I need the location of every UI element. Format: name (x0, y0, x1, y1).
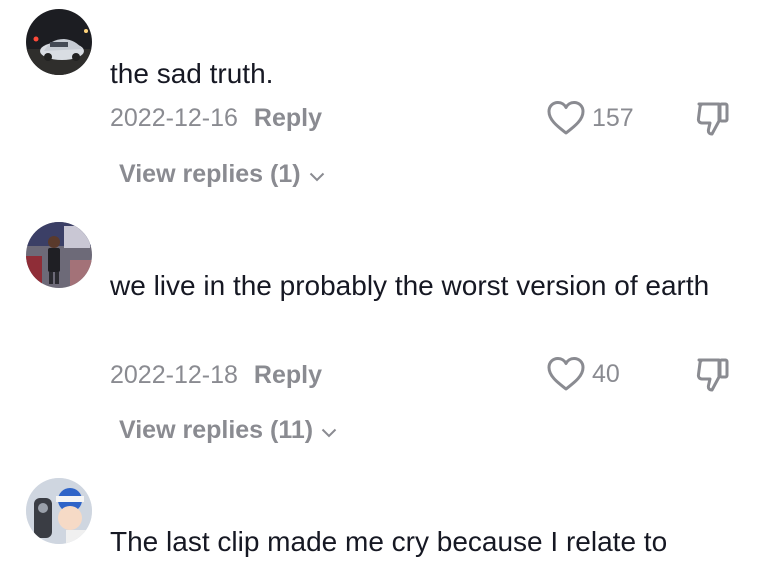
reply-button[interactable]: Reply (254, 104, 322, 132)
view-replies-button[interactable]: View replies (11) (119, 416, 337, 445)
comment-meta: 2022-12-18 Reply (110, 361, 322, 390)
view-replies-button[interactable]: View replies (1) (119, 160, 325, 189)
anime-photo-avatar (26, 478, 92, 544)
reply-button[interactable]: Reply (254, 361, 322, 389)
like-button[interactable]: 157 (546, 98, 634, 138)
commenter-avatar[interactable] (26, 478, 92, 544)
dislike-button[interactable] (693, 98, 733, 138)
comment-date: 2022-12-18 (110, 361, 238, 389)
chevron-down-icon (309, 160, 325, 189)
comment-date: 2022-12-16 (110, 104, 238, 132)
comment-text: the sad truth. (110, 58, 274, 89)
dislike-button[interactable] (693, 354, 733, 394)
commenter-avatar[interactable] (26, 222, 92, 288)
person-photo-avatar (26, 222, 92, 288)
heart-outline-icon (547, 357, 585, 391)
commenter-avatar[interactable] (26, 9, 92, 75)
like-count: 157 (592, 103, 634, 132)
comment-text: we live in the probably the worst versio… (110, 270, 710, 301)
comment-meta: 2022-12-16 Reply (110, 104, 322, 133)
comment-text: The last clip made me cry because I rela… (110, 526, 668, 557)
like-count: 40 (592, 359, 620, 388)
chevron-down-icon (321, 416, 337, 445)
view-replies-label: View replies (11) (119, 416, 314, 444)
thumbs-down-icon (696, 102, 729, 136)
view-replies-label: View replies (1) (119, 160, 301, 188)
car-photo-avatar (26, 9, 92, 75)
thumbs-down-icon (696, 358, 729, 392)
heart-outline-icon (547, 101, 585, 135)
like-button[interactable]: 40 (546, 354, 620, 394)
